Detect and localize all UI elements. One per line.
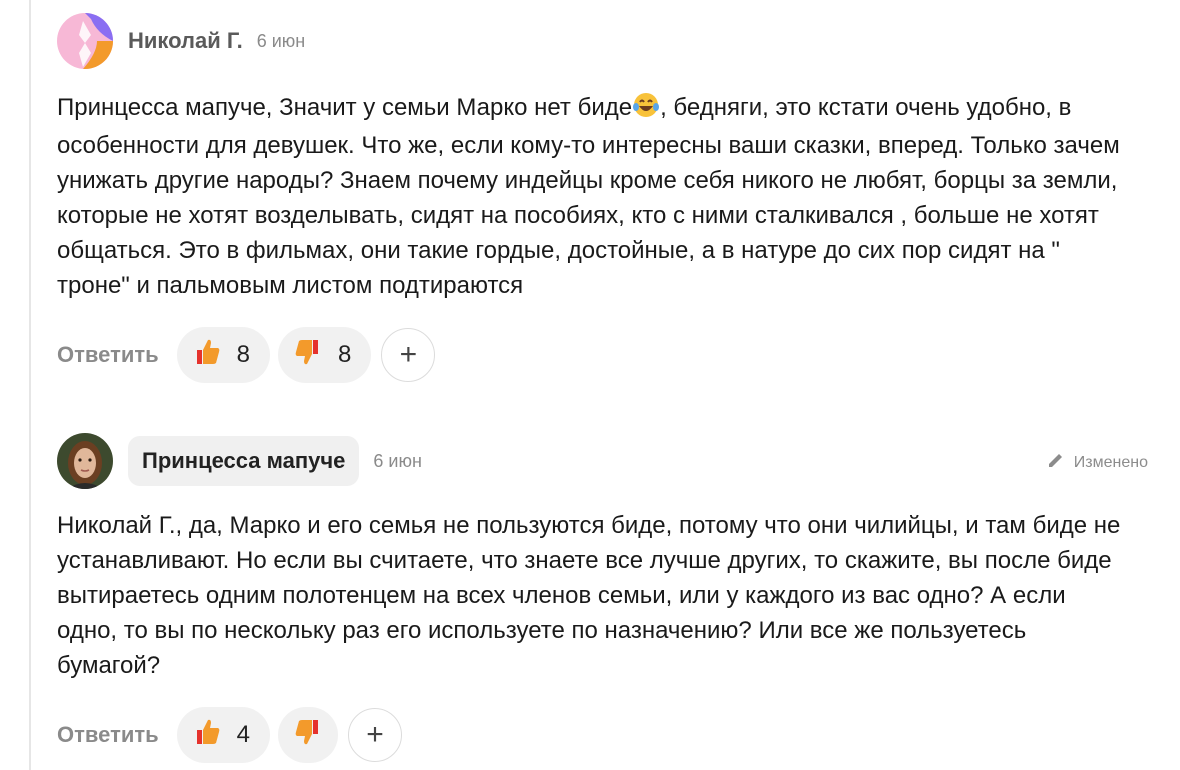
thumbs-up-icon bbox=[191, 716, 223, 755]
dislike-count: 8 bbox=[338, 341, 352, 368]
comment-text: Николай Г., да, Марко и его семья не пол… bbox=[57, 512, 1121, 679]
comment-actions: Ответить 8 8 + bbox=[57, 327, 1148, 383]
comment-date: 6 июн bbox=[373, 450, 422, 471]
dislike-button[interactable]: 8 bbox=[278, 327, 372, 383]
thumbs-down-icon bbox=[292, 336, 324, 375]
add-reaction-button[interactable]: + bbox=[348, 708, 403, 762]
comment: Николай Г. 6 июн Принцесса мапуче, Значи… bbox=[57, 12, 1148, 383]
thread-line bbox=[29, 0, 31, 770]
dislike-button[interactable] bbox=[278, 707, 339, 763]
comment-header: Николай Г. 6 июн bbox=[57, 12, 1148, 70]
joy-emoji-icon bbox=[632, 92, 660, 128]
author-name[interactable]: Принцесса мапуче bbox=[128, 436, 360, 486]
comment: Принцесса мапуче 6 июн Изменено Николай … bbox=[57, 432, 1148, 763]
reply-button[interactable]: Ответить bbox=[57, 722, 159, 748]
reply-button[interactable]: Ответить bbox=[57, 342, 159, 368]
like-count: 8 bbox=[236, 341, 251, 368]
comment-text-part: , бедняги, это кстати очень удобно, в ос… bbox=[57, 94, 1120, 299]
comment-actions: Ответить 4 + bbox=[57, 707, 1148, 763]
edited-indicator: Изменено bbox=[1046, 450, 1148, 475]
like-button[interactable]: 4 bbox=[176, 707, 271, 763]
thumbs-up-icon bbox=[191, 336, 223, 375]
like-count: 4 bbox=[236, 721, 251, 748]
like-button[interactable]: 8 bbox=[176, 327, 271, 383]
edited-label: Изменено bbox=[1073, 453, 1148, 471]
avatar[interactable] bbox=[57, 13, 113, 69]
thumbs-down-icon bbox=[292, 716, 324, 755]
add-reaction-button[interactable]: + bbox=[381, 328, 436, 382]
pencil-icon bbox=[1046, 450, 1074, 475]
comment-header: Принцесса мапуче 6 июн Изменено bbox=[57, 432, 1148, 490]
comment-text-part: Принцесса мапуче, Значит у семьи Марко н… bbox=[57, 94, 633, 121]
comment-date: 6 июн bbox=[256, 30, 306, 51]
comment-text: Принцесса мапуче, Значит у семьи Марко н… bbox=[57, 90, 1127, 303]
author-name[interactable]: Николай Г. bbox=[128, 28, 243, 54]
avatar[interactable] bbox=[57, 433, 113, 489]
